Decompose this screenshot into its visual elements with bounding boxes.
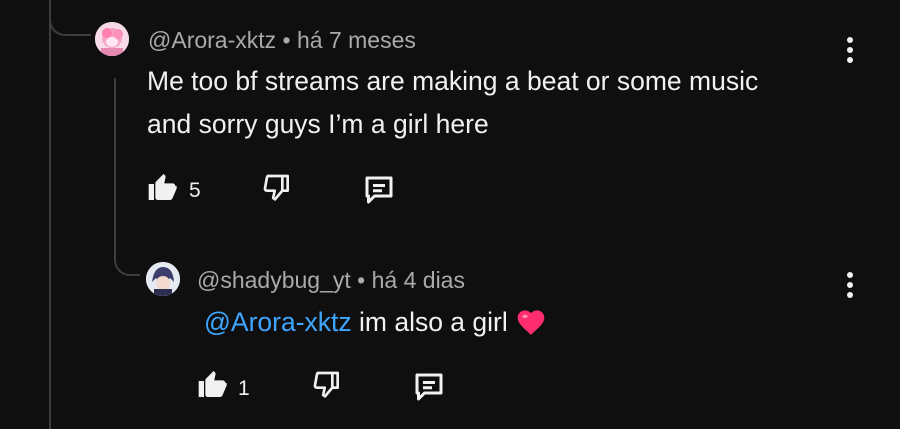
dislike-button[interactable] [311,369,345,403]
meta-separator: • [282,27,291,53]
thumbs-up-icon [198,371,227,397]
comment-header: @shadybug_yt • há 4 dias [197,267,465,294]
avatar-character-image [146,262,180,296]
reply-button[interactable] [411,369,449,405]
like-button[interactable] [146,172,180,206]
comment-text-content: im also a girl [351,307,516,337]
comment-text-line: and sorry guys I’m a girl here [147,109,489,139]
like-count: 1 [238,377,250,400]
comment-header: @Arora-xktz • há 7 meses [148,27,416,54]
thumbs-up-icon [148,174,177,200]
avatar[interactable] [95,22,129,56]
comment-text-line: Me too bf streams are making a beat or s… [147,66,759,96]
comment-timestamp[interactable]: há 4 dias [372,267,465,293]
more-vert-icon[interactable] [840,269,860,303]
reply-button[interactable] [361,172,399,208]
reply-icon [415,373,443,401]
more-vert-icon[interactable] [840,34,860,68]
comment-text: @Arora-xktz im also a girl [204,301,547,349]
comment-thread-screen: { "parent_comment": { "author": "@Arora-… [0,0,900,429]
reply-comment: @shadybug_yt • há 4 dias @Arora-xktz im … [0,240,900,429]
thumbs-down-icon [313,371,339,398]
like-button[interactable] [196,369,230,403]
parent-comment: @Arora-xktz • há 7 meses Me too bf strea… [0,0,900,220]
thumbs-down-icon [263,174,289,201]
avatar[interactable] [146,262,180,296]
author-name[interactable]: @shadybug_yt [197,267,351,293]
comment-text: Me too bf streams are making a beat or s… [147,60,758,146]
meta-separator: • [357,267,366,293]
heart-emoji-icon [515,306,547,349]
mention-link[interactable]: @Arora-xktz [204,307,352,337]
like-count: 5 [189,179,201,202]
dislike-button[interactable] [261,172,295,206]
author-name[interactable]: @Arora-xktz [148,27,276,53]
comment-timestamp[interactable]: há 7 meses [297,27,416,53]
reply-icon [365,176,393,204]
avatar-anime-pink-image [95,22,129,56]
